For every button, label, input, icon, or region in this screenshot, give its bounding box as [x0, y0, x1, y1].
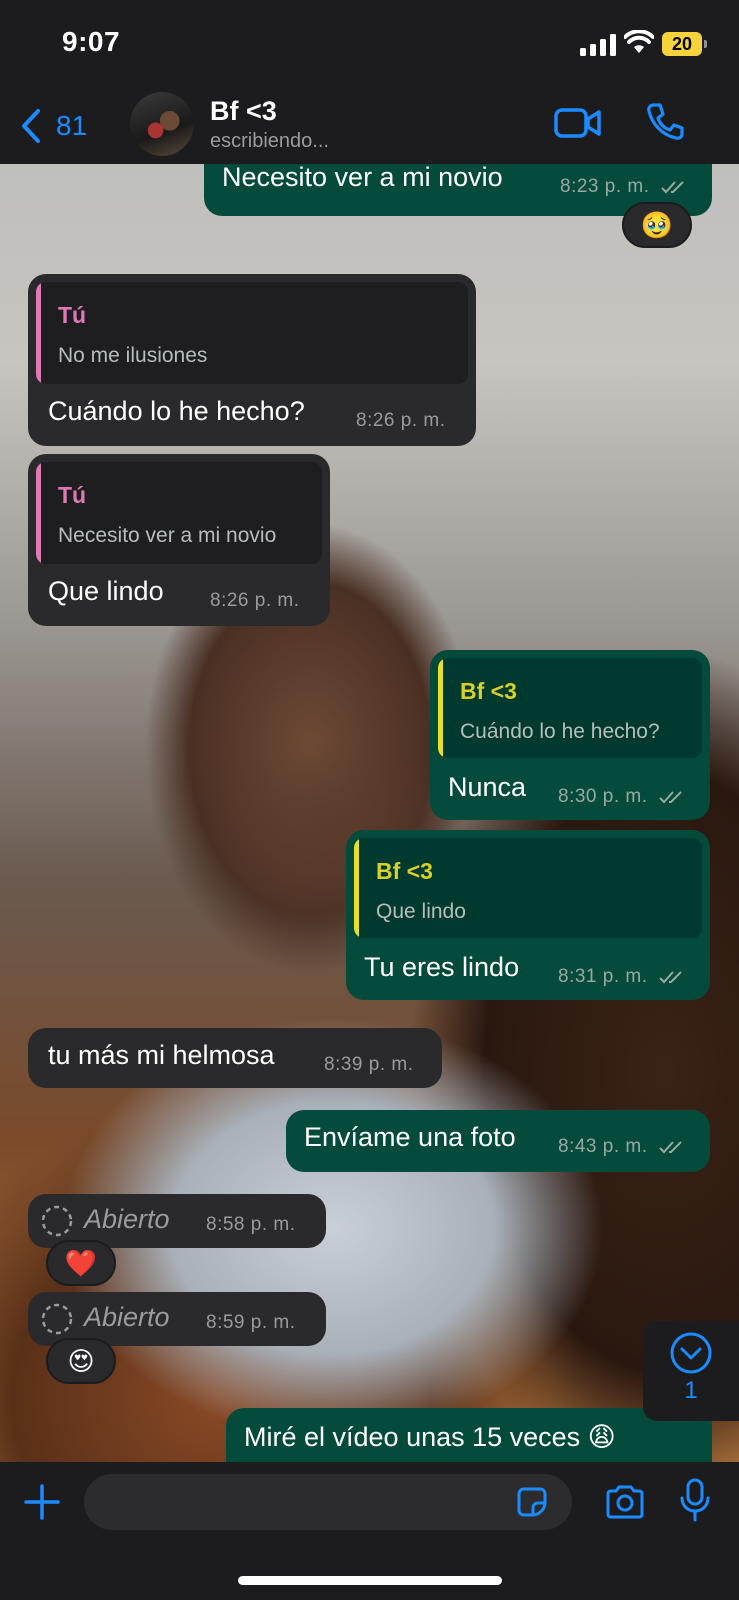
plus-icon[interactable]: [22, 1482, 62, 1522]
view-once-label: Abierto: [84, 1302, 170, 1332]
message-time: 8:43 p. m.: [558, 1136, 687, 1158]
unread-badge: 1: [684, 1377, 698, 1404]
message-time: 8:30 p. m.: [558, 786, 687, 808]
message-composer: [0, 1462, 739, 1600]
quoted-text: Necesito ver a mi novio: [58, 524, 277, 547]
battery-indicator: 20: [662, 32, 707, 56]
message-text: tu más mi helmosa: [48, 1040, 275, 1070]
read-ticks-icon: [661, 181, 684, 194]
contact-name[interactable]: Bf <3: [210, 96, 277, 127]
read-ticks-icon: [659, 971, 682, 984]
quoted-author: Bf <3: [460, 678, 517, 704]
back-button[interactable]: 81: [20, 104, 87, 148]
message-time: 8:23 p. m.: [560, 176, 689, 198]
chat-area[interactable]: Necesito ver a mi novio 8:23 p. m. 🥹 Tú …: [0, 164, 739, 1462]
quoted-author: Bf <3: [376, 858, 433, 884]
message-text: Miré el vídeo unas 15 veces 😩: [244, 1422, 616, 1452]
quoted-author: Tú: [58, 302, 87, 328]
view-once-icon: [41, 1205, 73, 1237]
status-time: 9:07: [62, 26, 121, 57]
quoted-text: Cuándo lo he hecho?: [460, 720, 660, 743]
chevron-down-icon: [670, 1332, 712, 1374]
message-text: Nunca: [448, 772, 527, 802]
message-outgoing[interactable]: Miré el vídeo unas 15 veces 😩: [226, 1408, 712, 1462]
message-outgoing[interactable]: Bf <3 Que lindo Tu eres lindo 8:31 p. m.: [346, 830, 710, 1000]
message-text: Necesito ver a mi novio: [222, 164, 503, 192]
quoted-author: Tú: [58, 482, 87, 508]
message-outgoing[interactable]: Envíame una foto 8:43 p. m.: [286, 1110, 710, 1172]
quoted-text: No me ilusiones: [58, 344, 208, 367]
quoted-message[interactable]: Tú No me ilusiones: [36, 282, 468, 384]
message-time: 8:59 p. m.: [206, 1312, 296, 1333]
view-once-label: Abierto: [84, 1204, 170, 1234]
camera-icon[interactable]: [604, 1484, 646, 1520]
read-ticks-icon: [659, 791, 682, 804]
video-call-icon[interactable]: [554, 106, 602, 140]
message-text: Tu eres lindo: [364, 952, 520, 982]
message-time: 8:26 p. m.: [210, 590, 300, 611]
message-text: Que lindo: [48, 576, 164, 606]
chat-header: 81 Bf <3 escribiendo...: [0, 88, 739, 164]
contact-avatar[interactable]: [130, 92, 194, 156]
message-incoming[interactable]: Tú Necesito ver a mi novio Que lindo 8:2…: [28, 454, 330, 626]
wifi-icon: [624, 30, 654, 53]
message-time: 8:58 p. m.: [206, 1214, 296, 1235]
message-reaction[interactable]: 🥹: [622, 202, 692, 248]
phone-icon[interactable]: [646, 102, 684, 142]
read-ticks-icon: [659, 1141, 682, 1154]
message-time: 8:31 p. m.: [558, 966, 687, 988]
home-indicator[interactable]: [238, 1576, 502, 1585]
unread-count: 81: [56, 110, 88, 141]
contact-status: escribiendo...: [210, 130, 329, 152]
message-outgoing[interactable]: Bf <3 Cuándo lo he hecho? Nunca 8:30 p. …: [430, 650, 710, 820]
scroll-to-bottom-button[interactable]: 1: [643, 1321, 739, 1421]
message-incoming[interactable]: Tú No me ilusiones Cuándo lo he hecho? 8…: [28, 274, 476, 446]
message-text: Cuándo lo he hecho?: [48, 396, 305, 426]
message-text: Envíame una foto: [304, 1122, 516, 1152]
message-reaction[interactable]: ❤️: [46, 1240, 116, 1286]
quoted-message[interactable]: Bf <3 Que lindo: [354, 838, 702, 938]
microphone-icon[interactable]: [678, 1478, 712, 1522]
battery-percent: 20: [671, 34, 693, 54]
view-once-icon: [41, 1303, 73, 1335]
sticker-icon[interactable]: [516, 1486, 548, 1518]
message-reaction[interactable]: 😍: [46, 1338, 116, 1384]
message-time: 8:39 p. m.: [324, 1054, 414, 1075]
status-bar: 9:07 20: [0, 0, 739, 88]
cellular-signal-icon: [580, 34, 616, 56]
message-time: 8:26 p. m.: [356, 410, 446, 431]
back-chevron-icon: [22, 109, 40, 143]
quoted-message[interactable]: Tú Necesito ver a mi novio: [36, 462, 322, 564]
quoted-message[interactable]: Bf <3 Cuándo lo he hecho?: [438, 658, 702, 758]
message-input[interactable]: [84, 1474, 572, 1530]
message-incoming[interactable]: tu más mi helmosa 8:39 p. m.: [28, 1028, 442, 1088]
quoted-text: Que lindo: [376, 900, 466, 923]
